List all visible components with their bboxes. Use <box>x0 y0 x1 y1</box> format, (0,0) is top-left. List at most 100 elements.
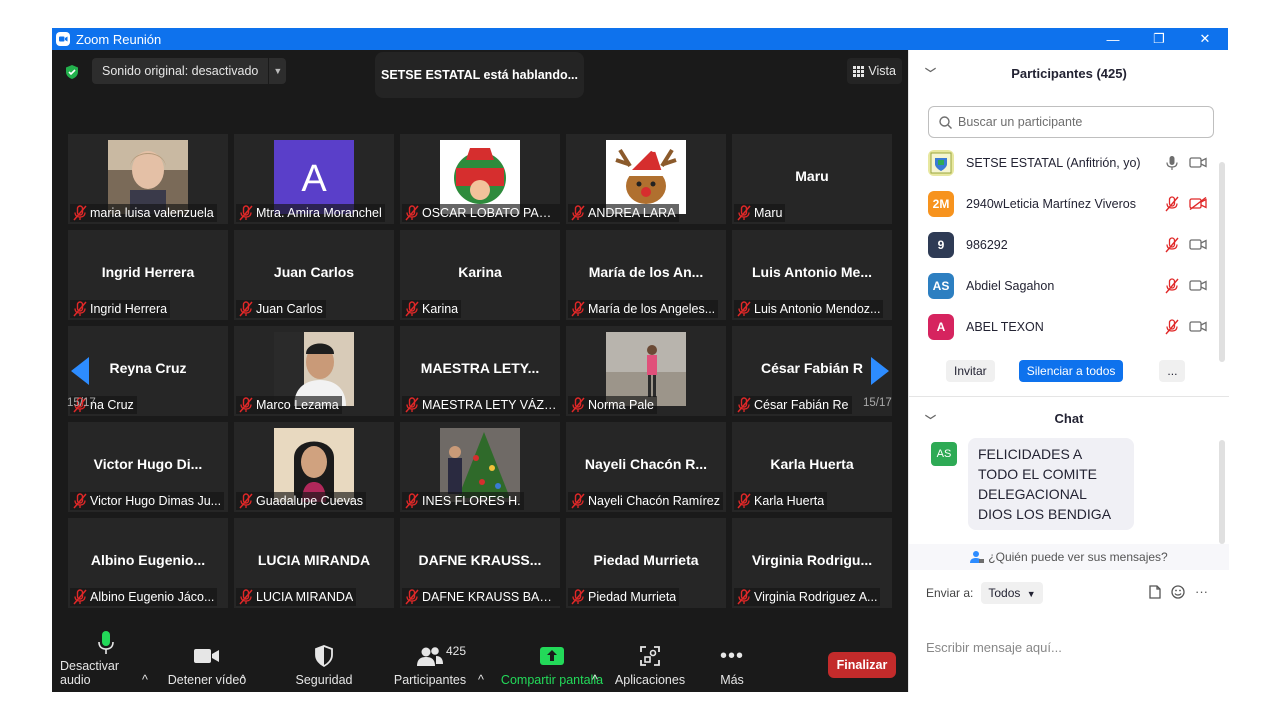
tile-name-footer: Mtra. Amira Moranchel <box>236 204 385 222</box>
participant-list-scrollbar[interactable] <box>1219 162 1225 362</box>
video-camera-icon[interactable] <box>1189 238 1207 251</box>
video-tile[interactable]: Marco Lezama <box>234 326 394 416</box>
beach-woman-video-image <box>606 332 686 406</box>
video-options-caret[interactable]: ^ <box>240 640 246 692</box>
view-button[interactable]: Vista <box>847 58 902 84</box>
participant-name: SETSE ESTATAL (Anfitrión, yo) <box>966 155 1141 170</box>
original-sound-label: Sonido original: desactivado <box>102 64 259 78</box>
video-tile[interactable]: ANDREA LARA <box>566 134 726 224</box>
chat-scrollbar[interactable] <box>1219 440 1225 544</box>
video-tile[interactable]: Nayeli Chacón R... Nayeli Chacón Ramírez <box>566 422 726 512</box>
video-tile[interactable]: Karina Karina <box>400 230 560 320</box>
video-tile[interactable]: INES FLORES H. <box>400 422 560 512</box>
video-tile[interactable]: MAESTRA LETY... MAESTRA LETY VÁZQ... <box>400 326 560 416</box>
avatar <box>928 149 954 176</box>
chat-compose-input[interactable]: Escribir mensaje aquí... <box>926 640 1062 655</box>
participants-options-caret[interactable]: ^ <box>478 640 484 692</box>
video-tile[interactable]: OSCAR LOBATO PALA... <box>400 134 560 224</box>
mute-audio-button[interactable]: Desactivar audio <box>60 631 152 692</box>
video-tile[interactable]: Luis Antonio Me... Luis Antonio Mendoz... <box>732 230 892 320</box>
share-screen-button[interactable]: Compartir pantalla <box>500 640 604 692</box>
participant-search-input[interactable]: Buscar un participante <box>928 106 1214 138</box>
emoji-icon[interactable] <box>1171 584 1185 599</box>
video-tile[interactable]: Virginia Rodrigu... Virginia Rodriguez A.… <box>732 518 892 608</box>
close-button[interactable]: ✕ <box>1182 28 1228 50</box>
video-tile[interactable]: María de los An... María de los Angeles..… <box>566 230 726 320</box>
video-tile[interactable]: LUCIA MIRANDA LUCIA MIRANDA <box>234 518 394 608</box>
page-indicator-right: 15/17 <box>863 397 892 409</box>
send-to-label: Enviar a: <box>926 586 974 600</box>
tile-display-name: LUCIA MIRANDA <box>257 552 371 568</box>
tile-name-footer: César Fabián Re <box>734 396 852 414</box>
muted-mic-icon[interactable] <box>1165 236 1179 253</box>
tile-participant-name: MAESTRA LETY VÁZQ... <box>422 398 557 412</box>
participants-more-button[interactable]: ... <box>1159 360 1186 382</box>
participant-row[interactable]: 9 986292 <box>909 224 1219 265</box>
video-tile[interactable]: Victor Hugo Di... Victor Hugo Dimas Ju... <box>68 422 228 512</box>
audio-options-caret[interactable]: ^ <box>142 640 148 692</box>
file-icon[interactable] <box>1149 584 1161 599</box>
minimize-button[interactable]: — <box>1090 28 1136 50</box>
video-tile[interactable]: Norma Pale <box>566 326 726 416</box>
stop-video-button[interactable]: Detener vídeo <box>164 640 250 692</box>
participant-row[interactable]: SETSE ESTATAL (Anfitrión, yo) <box>909 142 1219 183</box>
tile-participant-name: OSCAR LOBATO PALA... <box>422 206 557 220</box>
video-tile[interactable]: Juan Carlos Juan Carlos <box>234 230 394 320</box>
tile-name-footer: Nayeli Chacón Ramírez <box>568 492 723 510</box>
tile-participant-name: DAFNE KRAUSS BAN... <box>422 590 557 604</box>
tile-display-name: Victor Hugo Di... <box>93 456 203 472</box>
video-camera-icon <box>194 643 220 669</box>
video-off-icon[interactable] <box>1189 197 1207 210</box>
original-sound-toggle[interactable]: Sonido original: desactivado ▼ <box>92 58 287 84</box>
muted-mic-icon[interactable] <box>1165 195 1179 212</box>
tile-display-name: María de los An... <box>588 264 704 280</box>
who-can-see-link[interactable]: ¿Quién puede ver sus mensajes? <box>909 544 1229 570</box>
tile-participant-name: Mtra. Amira Moranchel <box>256 206 382 220</box>
tile-name-footer: Virginia Rodriguez A... <box>734 588 881 606</box>
muted-mic-icon <box>238 301 254 317</box>
tile-name-footer: Luis Antonio Mendoz... <box>734 300 884 318</box>
chat-more-icon[interactable]: ··· <box>1195 584 1208 599</box>
video-tile[interactable]: maria luisa valenzuela <box>68 134 228 224</box>
grid-icon <box>853 65 865 77</box>
more-button[interactable]: ••• Más <box>708 640 756 692</box>
chat-actions: ··· <box>1149 584 1208 599</box>
video-camera-icon[interactable] <box>1189 320 1207 333</box>
end-meeting-button[interactable]: Finalizar <box>828 652 896 678</box>
send-to-select[interactable]: Todos ▼ <box>981 582 1043 604</box>
microphone-icon[interactable] <box>1165 155 1179 171</box>
participant-row[interactable]: A ABEL TEXON <box>909 306 1219 347</box>
muted-mic-icon <box>570 301 586 317</box>
video-tile[interactable]: Karla Huerta Karla Huerta <box>732 422 892 512</box>
video-tile[interactable]: Ingrid Herrera Ingrid Herrera <box>68 230 228 320</box>
encryption-shield-icon[interactable] <box>64 64 80 80</box>
security-button[interactable]: Seguridad <box>288 640 360 692</box>
tile-participant-name: Norma Pale <box>588 398 654 412</box>
video-tile[interactable]: Guadalupe Cuevas <box>234 422 394 512</box>
participant-row[interactable]: 2M 2940wLeticia Martínez Viveros <box>909 183 1219 224</box>
chevron-down-icon[interactable]: ▼ <box>268 58 286 84</box>
restore-button[interactable]: ❐ <box>1136 28 1182 50</box>
video-camera-icon[interactable] <box>1189 279 1207 292</box>
video-tile[interactable]: Albino Eugenio... Albino Eugenio Jáco... <box>68 518 228 608</box>
search-placeholder: Buscar un participante <box>958 115 1083 129</box>
video-camera-icon[interactable] <box>1189 156 1207 169</box>
collapse-chevron-icon[interactable]: ﹀ <box>925 65 936 81</box>
participants-title: Participantes (425) <box>1011 65 1127 81</box>
video-tile[interactable]: Piedad Murrieta Piedad Murrieta <box>566 518 726 608</box>
muted-mic-icon[interactable] <box>1165 277 1179 294</box>
muted-mic-icon[interactable] <box>1165 318 1179 335</box>
invite-button[interactable]: Invitar <box>946 360 995 382</box>
apps-button[interactable]: Aplicaciones <box>614 640 686 692</box>
mute-all-button[interactable]: Silenciar a todos <box>1018 360 1124 382</box>
video-tile[interactable]: DAFNE KRAUSS... DAFNE KRAUSS BAN... <box>400 518 560 608</box>
tile-name-footer: Piedad Murrieta <box>568 588 680 606</box>
muted-mic-icon <box>238 205 254 221</box>
participant-status-icons <box>1165 195 1207 212</box>
share-options-caret[interactable]: ^ <box>592 640 598 692</box>
collapse-chevron-icon[interactable]: ﹀ <box>925 412 936 428</box>
video-tile[interactable]: Maru Maru <box>732 134 892 224</box>
video-tile[interactable]: A Mtra. Amira Moranchel <box>234 134 394 224</box>
participant-row[interactable]: AS Abdiel Sagahon <box>909 265 1219 306</box>
meeting-stage: Sonido original: desactivado ▼ SETSE EST… <box>52 50 908 692</box>
